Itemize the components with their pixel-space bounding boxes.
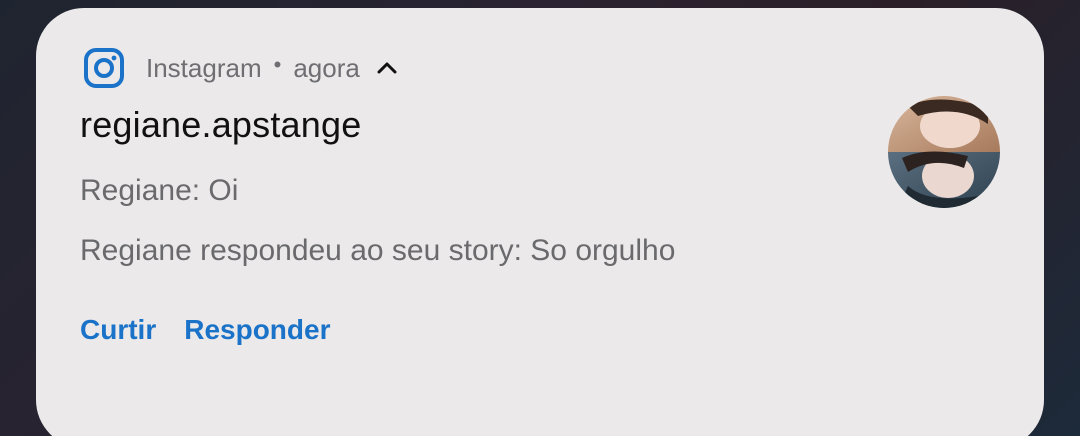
- app-name: Instagram: [146, 52, 262, 83]
- separator-dot: •: [273, 52, 282, 77]
- notification-card[interactable]: Instagram • agora regiane.apstange Regia…: [36, 8, 1044, 436]
- like-button[interactable]: Curtir: [80, 314, 156, 346]
- notification-header: Instagram • agora: [82, 46, 398, 90]
- reply-button[interactable]: Responder: [184, 314, 330, 346]
- chevron-up-icon[interactable]: [376, 57, 398, 79]
- message-line: Regiane respondeu ao seu story: So orgul…: [80, 234, 676, 267]
- sender-name: regiane.apstange: [80, 104, 362, 145]
- notification-time: agora: [293, 52, 360, 83]
- avatar: [888, 96, 1000, 208]
- message-line: Regiane: Oi: [80, 174, 239, 207]
- notification-actions: Curtir Responder: [80, 314, 358, 346]
- instagram-icon: [84, 48, 124, 88]
